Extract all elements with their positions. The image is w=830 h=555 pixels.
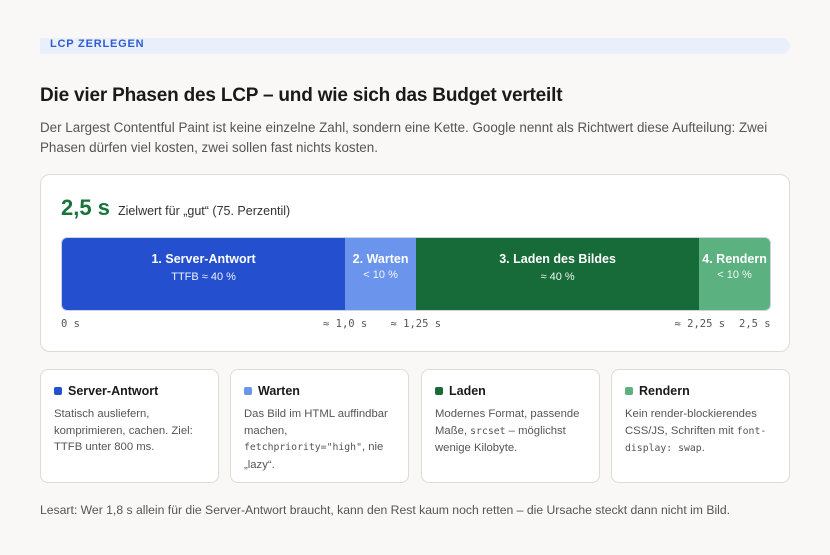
bar-segment-3: 3. Laden des Bildes ≈ 40 % bbox=[415, 238, 700, 310]
segment-title: 4. Rendern bbox=[702, 252, 767, 266]
phase-color-dot bbox=[54, 387, 62, 395]
reading-note: Lesart: Wer 1,8 s allein für die Server-… bbox=[40, 503, 731, 517]
phase-card-rendern: Rendern Kein render-blockierendes CSS/JS… bbox=[611, 369, 790, 483]
phase-head: Warten bbox=[244, 384, 395, 398]
segment-share: < 10 % bbox=[717, 269, 752, 281]
description-text: Das Bild im HTML auffindbar machen, bbox=[244, 408, 388, 437]
phase-description: Statisch ausliefern, komprimieren, cache… bbox=[54, 406, 205, 456]
phase-description: Kein render-blockierendes CSS/JS, Schrif… bbox=[625, 406, 776, 458]
phase-head: Rendern bbox=[625, 384, 776, 398]
bar-segment-1: 1. Server-Antwort TTFB ≈ 40 % bbox=[62, 238, 346, 310]
bar-segment-2: 2. Warten < 10 % bbox=[345, 238, 416, 310]
axis-tick-label: ≈ 2,25 s bbox=[674, 318, 726, 330]
segment-share: < 10 % bbox=[363, 269, 398, 281]
phase-card-server: Server-Antwort Statisch ausliefern, komp… bbox=[40, 369, 219, 483]
bar-segment-4: 4. Rendern < 10 % bbox=[699, 238, 770, 310]
phase-description: Das Bild im HTML auffindbar machen, fetc… bbox=[244, 406, 395, 473]
segment-title: 3. Laden des Bildes bbox=[499, 252, 616, 266]
phase-card-warten: Warten Das Bild im HTML auffindbar mache… bbox=[230, 369, 409, 483]
lead-paragraph: Der Largest Contentful Paint ist keine e… bbox=[40, 120, 768, 155]
phase-head: Server-Antwort bbox=[54, 384, 205, 398]
phase-color-dot bbox=[625, 387, 633, 395]
axis-tick-label: 0 s bbox=[61, 318, 80, 330]
description-text: . bbox=[701, 442, 705, 454]
phase-name: Rendern bbox=[639, 384, 690, 398]
segment-title: 1. Server-Antwort bbox=[151, 252, 256, 266]
axis-tick-label: ≈ 1,25 s bbox=[390, 318, 442, 330]
target-value: 2,5 s bbox=[61, 195, 110, 220]
code-snippet: srcset bbox=[470, 425, 506, 437]
phase-name: Server-Antwort bbox=[68, 384, 159, 398]
page-title: Die vier Phasen des LCP – und wie sich d… bbox=[40, 85, 563, 106]
code-snippet: fetchpriority="high" bbox=[244, 442, 362, 453]
axis-tick-label: ≈ 1,0 s bbox=[323, 318, 368, 330]
lcp-phase-bar: 1. Server-Antwort TTFB ≈ 40 % 2. Warten < 1… bbox=[61, 237, 771, 311]
segment-share: TTFB ≈ 40 % bbox=[171, 271, 236, 283]
phase-description: Modernes Format, passende Maße, srcset –… bbox=[435, 406, 586, 457]
description-text: Statisch ausliefern, komprimieren, cache… bbox=[54, 408, 193, 453]
phase-name: Warten bbox=[258, 384, 300, 398]
target-value-row: 2,5 s Zielwert für „gut“ (75. Perzentil) bbox=[61, 195, 290, 221]
lcp-budget-card: 2,5 s Zielwert für „gut“ (75. Perzentil)… bbox=[40, 174, 790, 352]
phase-name: Laden bbox=[449, 384, 486, 398]
phase-card-laden: Laden Modernes Format, passende Maße, sr… bbox=[421, 369, 600, 483]
section-kicker: LCP zerlegen bbox=[40, 38, 790, 54]
segment-share: ≈ 40 % bbox=[540, 271, 575, 283]
target-label: Zielwert für „gut“ (75. Perzentil) bbox=[117, 204, 291, 218]
time-axis: 0 s ≈ 1,0 s ≈ 1,25 s ≈ 2,25 s 2,5 s bbox=[61, 318, 771, 332]
segment-title: 2. Warten bbox=[352, 252, 409, 266]
phase-color-dot bbox=[435, 387, 443, 395]
phase-head: Laden bbox=[435, 384, 586, 398]
axis-tick-label: 2,5 s bbox=[739, 318, 771, 330]
phase-color-dot bbox=[244, 387, 252, 395]
